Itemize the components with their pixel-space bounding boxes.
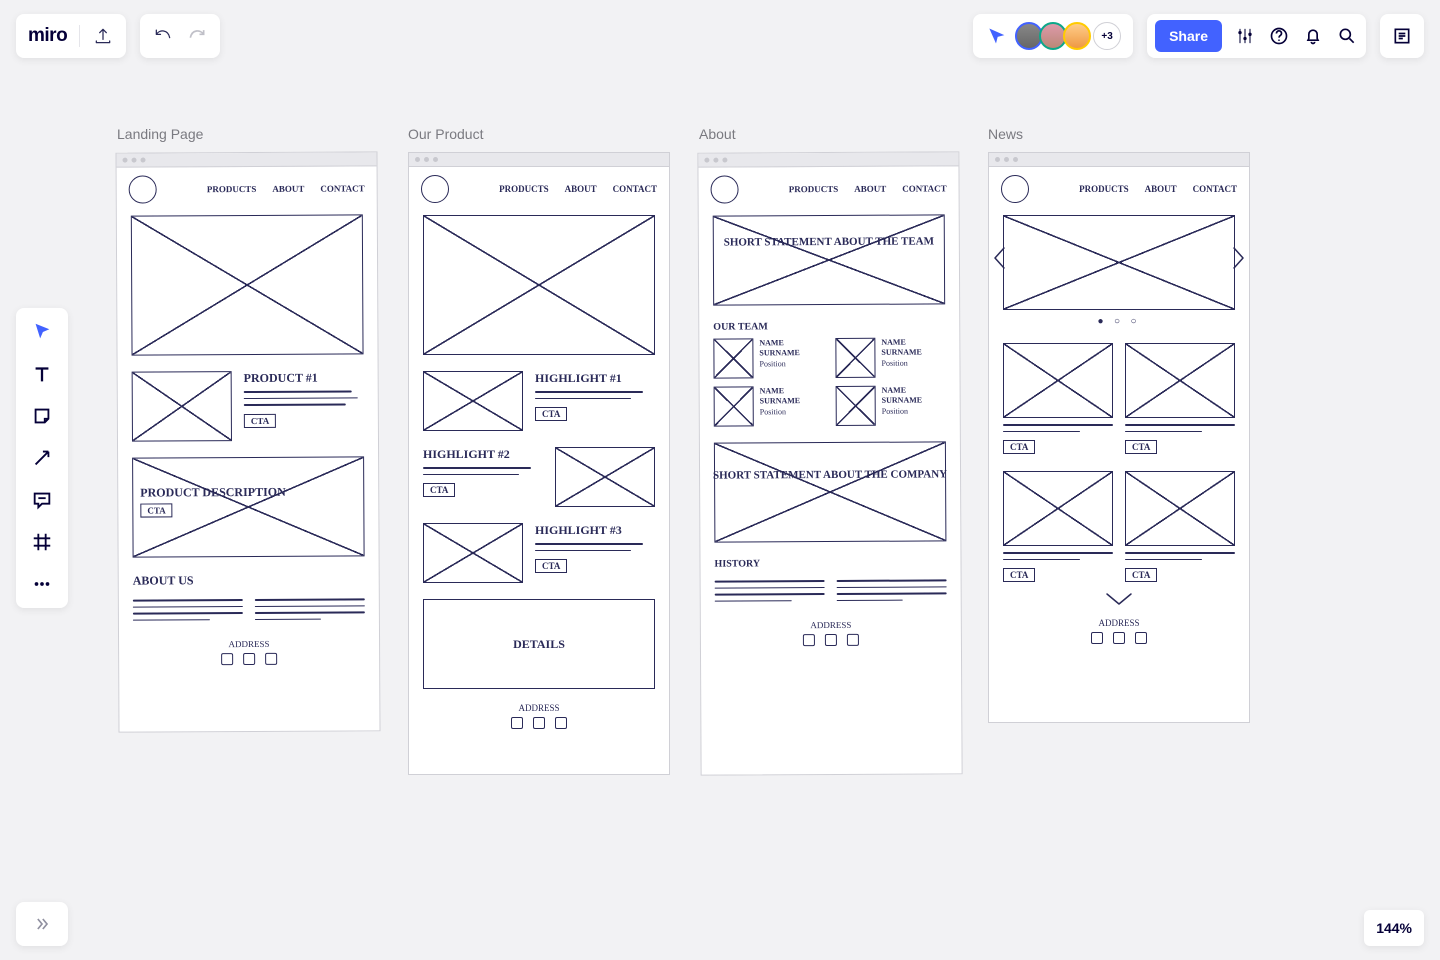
heading: SHORT STATEMENT ABOUT THE COMPANY <box>700 467 960 484</box>
social-icon <box>825 634 837 646</box>
image-placeholder <box>1003 343 1113 418</box>
image-placeholder <box>1125 343 1235 418</box>
cursor-icon[interactable] <box>985 25 1007 47</box>
frame-label[interactable]: Our Product <box>408 126 483 142</box>
social-icon <box>1113 632 1125 644</box>
details-block: DETAILS <box>423 599 655 689</box>
frame-label[interactable]: About <box>699 126 736 142</box>
cta-button: CTA <box>535 559 567 573</box>
chevron-right-icon <box>1229 245 1247 271</box>
actions-group: Share <box>1147 14 1366 58</box>
heading: ABOUT US <box>133 572 365 588</box>
activity-icon[interactable] <box>1380 14 1424 58</box>
logo-placeholder <box>1001 175 1029 203</box>
frame-label[interactable]: Landing Page <box>117 126 203 142</box>
zoom-level[interactable]: 144% <box>1364 910 1424 946</box>
social-icon <box>847 634 859 646</box>
frame-news[interactable]: PRODUCTSABOUTCONTACT ● ○ ○ CTA CTA <box>988 152 1250 723</box>
expand-panel-icon[interactable] <box>16 902 68 946</box>
cta-button: CTA <box>423 483 455 497</box>
share-button[interactable]: Share <box>1155 20 1222 52</box>
cta-button: CTA <box>244 413 276 427</box>
social-icon <box>1135 632 1147 644</box>
frame-landing-page[interactable]: PRODUCTSABOUTCONTACT PRODUCT #1 CTA PROD… <box>115 151 380 732</box>
help-icon[interactable] <box>1268 25 1290 47</box>
social-icon <box>803 634 815 646</box>
heading: SHORT STATEMENT ABOUT THE TEAM <box>699 234 959 251</box>
logo-placeholder <box>421 175 449 203</box>
footer-address: ADDRESS <box>119 638 379 649</box>
hero-image-placeholder <box>423 215 655 355</box>
avatar-overflow[interactable]: +3 <box>1093 22 1121 50</box>
search-icon[interactable] <box>1336 25 1358 47</box>
miro-logo: miro <box>28 25 67 47</box>
avatar[interactable] <box>1063 22 1091 50</box>
canvas[interactable]: Landing Page PRODUCTSABOUTCONTACT PRODUC… <box>0 100 1440 860</box>
export-icon[interactable] <box>92 25 114 47</box>
frame-our-product[interactable]: PRODUCTSABOUTCONTACT HIGHLIGHT #1 CTA HI… <box>408 152 670 775</box>
chevron-left-icon <box>991 245 1009 271</box>
image-placeholder <box>132 371 232 442</box>
social-icon <box>1091 632 1103 644</box>
carousel-dots: ● ○ ○ <box>1003 316 1235 327</box>
social-icon <box>555 717 567 729</box>
avatar-placeholder <box>835 338 875 378</box>
bell-icon[interactable] <box>1302 25 1324 47</box>
cta-button: CTA <box>535 407 567 421</box>
image-placeholder <box>423 371 523 431</box>
image-placeholder <box>1003 471 1113 546</box>
carousel-image-placeholder <box>1003 215 1235 310</box>
heading: HIGHLIGHT #1 <box>535 371 655 386</box>
app-menu[interactable]: miro <box>16 14 126 58</box>
image-placeholder <box>713 214 945 305</box>
social-icon <box>243 653 255 665</box>
heading: HIGHLIGHT #2 <box>423 447 543 462</box>
cta-button: CTA <box>140 503 172 517</box>
frame-label[interactable]: News <box>988 126 1023 142</box>
undo-icon[interactable] <box>152 25 174 47</box>
image-placeholder <box>555 447 655 507</box>
footer-address: ADDRESS <box>409 703 669 713</box>
social-icon <box>265 653 277 665</box>
image-placeholder <box>423 523 523 583</box>
heading: OUR TEAM <box>713 320 945 332</box>
cta-button: CTA <box>1125 440 1157 454</box>
cta-button: CTA <box>1003 440 1035 454</box>
avatar-placeholder <box>714 386 754 426</box>
heading: PRODUCT DESCRIPTION <box>140 485 286 501</box>
cta-button: CTA <box>1125 568 1157 582</box>
social-icon <box>511 717 523 729</box>
hero-image-placeholder <box>131 214 364 355</box>
heading: HISTORY <box>714 557 946 569</box>
avatar-stack[interactable]: +3 <box>1019 22 1121 50</box>
social-icon <box>221 653 233 665</box>
undo-redo-group <box>140 14 220 58</box>
collaboration-group: +3 <box>973 14 1133 58</box>
frame-about[interactable]: PRODUCTSABOUTCONTACT SHORT STATEMENT ABO… <box>697 151 962 775</box>
settings-icon[interactable] <box>1234 25 1256 47</box>
avatar-placeholder <box>713 338 753 378</box>
heading: HIGHLIGHT #3 <box>535 523 655 538</box>
redo-icon[interactable] <box>186 25 208 47</box>
footer-address: ADDRESS <box>701 619 961 630</box>
image-placeholder <box>714 441 947 542</box>
image-placeholder <box>1125 471 1235 546</box>
cta-button: CTA <box>1003 568 1035 582</box>
avatar-placeholder <box>836 386 876 426</box>
logo-placeholder <box>129 175 157 203</box>
logo-placeholder <box>710 175 738 203</box>
heading: PRODUCT #1 <box>244 370 364 386</box>
social-icon <box>533 717 545 729</box>
footer-address: ADDRESS <box>989 618 1249 628</box>
chevron-down-icon <box>989 591 1249 612</box>
